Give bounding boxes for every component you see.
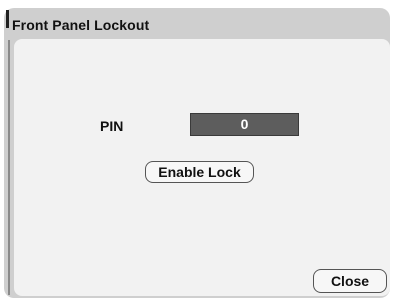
enable-lock-button[interactable]: Enable Lock	[145, 161, 254, 183]
close-button[interactable]: Close	[313, 269, 387, 293]
pin-input[interactable]: 0	[190, 113, 299, 136]
pin-label: PIN	[100, 118, 124, 134]
panel-left-edge	[8, 40, 10, 295]
window-corner-mark	[6, 10, 9, 28]
dialog-title: Front Panel Lockout	[12, 17, 150, 33]
